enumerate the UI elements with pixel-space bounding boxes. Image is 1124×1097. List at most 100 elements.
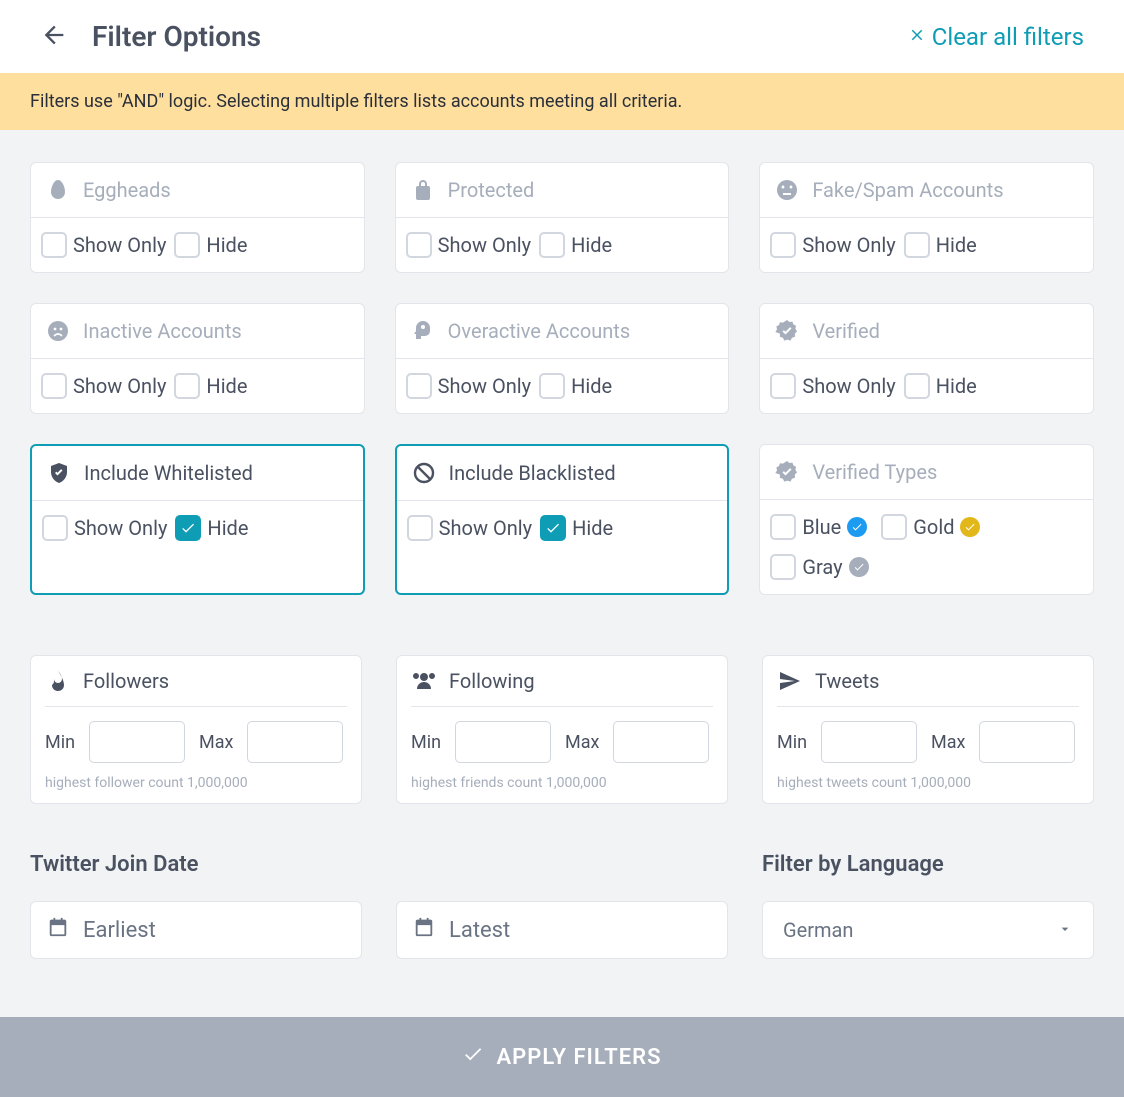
range-card-tweets: Tweets Min Max highest tweets count 1,00… — [762, 655, 1094, 804]
range-card-followers: Followers Min Max highest follower count… — [30, 655, 362, 804]
verified-gold-badge-icon — [960, 517, 980, 537]
verified-hide-checkbox[interactable] — [904, 373, 930, 399]
language-selected-value: German — [783, 918, 853, 942]
sad-face-icon — [45, 318, 71, 344]
filter-header-include-blacklisted: Include Blacklisted — [397, 446, 728, 501]
filter-header-fake-spam: Fake/Spam Accounts — [760, 163, 1093, 218]
filter-card-protected: Protected Show Only Hide — [395, 162, 730, 273]
filter-label: Eggheads — [83, 178, 171, 202]
filter-card-fake-spam: Fake/Spam Accounts Show Only Hide — [759, 162, 1094, 273]
filter-card-verified: Verified Show Only Hide — [759, 303, 1094, 414]
filter-card-verified-types: Verified Types Blue Gold Gray — [759, 444, 1094, 595]
min-label: Min — [45, 732, 75, 753]
filter-label: Verified Types — [812, 460, 937, 484]
verified-blue-checkbox[interactable] — [770, 514, 796, 540]
back-arrow-icon[interactable] — [40, 21, 68, 53]
info-banner: Filters use "AND" logic. Selecting multi… — [0, 73, 1124, 130]
filter-label: Include Whitelisted — [84, 461, 253, 485]
followers-max-input[interactable] — [247, 721, 343, 763]
filter-card-eggheads: Eggheads Show Only Hide — [30, 162, 365, 273]
range-label: Following — [449, 669, 535, 693]
inactive-hide-checkbox[interactable] — [174, 373, 200, 399]
verified-gray-checkbox[interactable] — [770, 554, 796, 580]
filter-label: Include Blacklisted — [449, 461, 616, 485]
blacklisted-show-only-checkbox[interactable] — [407, 515, 433, 541]
shield-check-icon — [46, 460, 72, 486]
latest-date-input[interactable]: Latest — [396, 901, 728, 959]
tweets-max-input[interactable] — [979, 721, 1075, 763]
filter-header-verified: Verified — [760, 304, 1093, 359]
filter-label: Verified — [812, 319, 880, 343]
following-min-input[interactable] — [455, 721, 551, 763]
chevron-down-icon — [1057, 918, 1073, 942]
filter-header-eggheads: Eggheads — [31, 163, 364, 218]
verified-badge-icon — [774, 318, 800, 344]
ban-icon — [411, 460, 437, 486]
filter-card-include-whitelisted: Include Whitelisted Show Only Hide — [30, 444, 365, 595]
eggheads-hide-checkbox[interactable] — [174, 232, 200, 258]
range-grid: Followers Min Max highest follower count… — [30, 655, 1094, 804]
language-select[interactable]: German — [762, 901, 1094, 959]
protected-hide-checkbox[interactable] — [539, 232, 565, 258]
verified-gray-badge-icon — [849, 557, 869, 577]
apply-filters-button[interactable]: APPLY FILTERS — [0, 1017, 1124, 1097]
filter-header-protected: Protected — [396, 163, 729, 218]
filter-card-include-blacklisted: Include Blacklisted Show Only Hide — [395, 444, 730, 595]
clear-all-filters-button[interactable]: Clear all filters — [908, 23, 1084, 51]
whitelisted-show-only-checkbox[interactable] — [42, 515, 68, 541]
page-title: Filter Options — [92, 20, 261, 53]
calendar-icon — [413, 916, 435, 944]
overactive-hide-checkbox[interactable] — [539, 373, 565, 399]
clear-all-filters-label: Clear all filters — [932, 23, 1084, 51]
followers-hint: highest follower count 1,000,000 — [45, 775, 347, 791]
filter-label: Overactive Accounts — [448, 319, 631, 343]
filter-header-include-whitelisted: Include Whitelisted — [32, 446, 363, 501]
range-card-following: Following Min Max highest friends count … — [396, 655, 728, 804]
latest-label: Latest — [449, 918, 510, 943]
earliest-date-input[interactable]: Earliest — [30, 901, 362, 959]
filter-header-overactive: Overactive Accounts — [396, 304, 729, 359]
close-icon — [908, 25, 926, 49]
section-title-language: Filter by Language — [762, 852, 1094, 877]
filter-label: Protected — [448, 178, 535, 202]
range-label: Tweets — [815, 669, 879, 693]
protected-show-only-checkbox[interactable] — [406, 232, 432, 258]
following-hint: highest friends count 1,000,000 — [411, 775, 713, 791]
egg-icon — [45, 177, 71, 203]
filter-card-overactive: Overactive Accounts Show Only Hide — [395, 303, 730, 414]
filter-header-verified-types: Verified Types — [760, 445, 1093, 500]
following-max-input[interactable] — [613, 721, 709, 763]
bottom-row: Twitter Join Date Earliest . Latest Filt… — [30, 852, 1094, 959]
followers-min-input[interactable] — [89, 721, 185, 763]
fake-spam-show-only-checkbox[interactable] — [770, 232, 796, 258]
filter-label: Inactive Accounts — [83, 319, 242, 343]
lock-icon — [410, 177, 436, 203]
whitelisted-hide-checkbox[interactable] — [175, 515, 201, 541]
eggheads-show-only-checkbox[interactable] — [41, 232, 67, 258]
filter-header-inactive: Inactive Accounts — [31, 304, 364, 359]
dead-face-icon — [774, 177, 800, 203]
header-left: Filter Options — [40, 20, 261, 53]
tweets-min-input[interactable] — [821, 721, 917, 763]
filter-card-inactive: Inactive Accounts Show Only Hide — [30, 303, 365, 414]
check-icon — [462, 1043, 484, 1071]
section-title-join-date: Twitter Join Date — [30, 852, 362, 877]
blacklisted-hide-checkbox[interactable] — [540, 515, 566, 541]
verified-badge-icon — [774, 459, 800, 485]
filter-grid: Eggheads Show Only Hide Protected Show O… — [30, 162, 1094, 595]
inactive-show-only-checkbox[interactable] — [41, 373, 67, 399]
overactive-show-only-checkbox[interactable] — [406, 373, 432, 399]
apply-filters-label: APPLY FILTERS — [496, 1045, 661, 1070]
earliest-label: Earliest — [83, 918, 156, 943]
header: Filter Options Clear all filters — [0, 0, 1124, 73]
calendar-icon — [47, 916, 69, 944]
verified-show-only-checkbox[interactable] — [770, 373, 796, 399]
gear-head-icon — [410, 318, 436, 344]
fake-spam-hide-checkbox[interactable] — [904, 232, 930, 258]
verified-gold-checkbox[interactable] — [881, 514, 907, 540]
show-only-label: Show Only — [73, 233, 166, 257]
main-area: Eggheads Show Only Hide Protected Show O… — [0, 130, 1124, 983]
tweets-hint: highest tweets count 1,000,000 — [777, 775, 1079, 791]
send-icon — [777, 668, 803, 694]
range-label: Followers — [83, 669, 169, 693]
